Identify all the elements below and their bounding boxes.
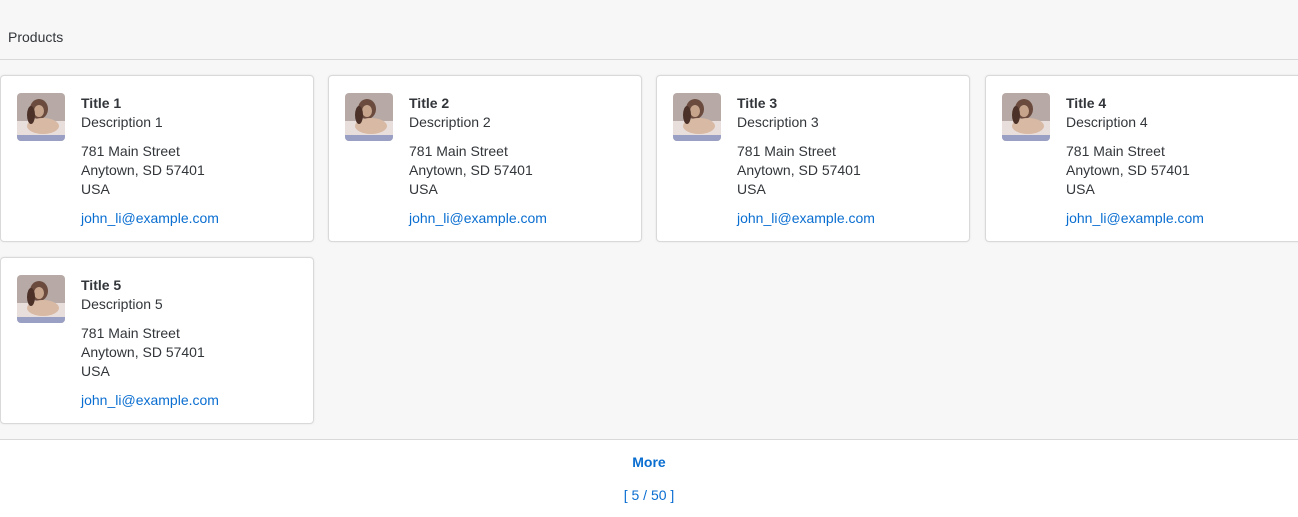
card-content: Title 4 Description 4 781 Main Street An… <box>1066 94 1292 228</box>
dog-photo-icon <box>345 93 393 141</box>
address-street: 781 Main Street <box>1066 143 1165 159</box>
email-link[interactable]: john_li@example.com <box>409 209 547 228</box>
card-address: 781 Main Street Anytown, SD 57401 USA <box>1066 142 1292 199</box>
email-link[interactable]: john_li@example.com <box>1066 209 1204 228</box>
address-country: USA <box>81 181 110 197</box>
card-content: Title 2 Description 2 781 Main Street An… <box>409 94 629 228</box>
page-header: Products <box>0 0 1298 60</box>
dog-photo-icon <box>1002 93 1050 141</box>
item-count: [ 5 / 50 ] <box>623 487 675 503</box>
card-address: 781 Main Street Anytown, SD 57401 USA <box>737 142 957 199</box>
card-address: 781 Main Street Anytown, SD 57401 USA <box>409 142 629 199</box>
address-city: Anytown, SD 57401 <box>81 162 205 178</box>
card-description: Description 4 <box>1066 114 1148 130</box>
card-title: Title 3 <box>737 95 778 111</box>
product-card: Title 2 Description 2 781 Main Street An… <box>328 75 642 242</box>
address-country: USA <box>1066 181 1095 197</box>
address-city: Anytown, SD 57401 <box>1066 162 1190 178</box>
card-content: Title 1 Description 1 781 Main Street An… <box>81 94 301 228</box>
card-address: 781 Main Street Anytown, SD 57401 USA <box>81 324 301 381</box>
card-title: Title 1 <box>81 95 122 111</box>
address-country: USA <box>409 181 438 197</box>
address-street: 781 Main Street <box>737 143 836 159</box>
address-city: Anytown, SD 57401 <box>81 344 205 360</box>
product-card: Title 5 Description 5 781 Main Street An… <box>0 257 314 424</box>
card-address: 781 Main Street Anytown, SD 57401 USA <box>81 142 301 199</box>
card-title: Title 5 <box>81 277 122 293</box>
address-city: Anytown, SD 57401 <box>737 162 861 178</box>
address-city: Anytown, SD 57401 <box>409 162 533 178</box>
dog-photo-icon <box>17 275 65 323</box>
card-description: Description 1 <box>81 114 163 130</box>
address-street: 781 Main Street <box>409 143 508 159</box>
address-street: 781 Main Street <box>81 325 180 341</box>
more-button[interactable]: More <box>0 454 1298 470</box>
email-link[interactable]: john_li@example.com <box>81 391 219 410</box>
card-description: Description 3 <box>737 114 819 130</box>
product-card: Title 4 Description 4 781 Main Street An… <box>985 75 1298 242</box>
card-content: Title 3 Description 3 781 Main Street An… <box>737 94 957 228</box>
address-country: USA <box>737 181 766 197</box>
dog-photo-icon <box>673 93 721 141</box>
dog-photo-icon <box>17 93 65 141</box>
card-title: Title 2 <box>409 95 450 111</box>
address-country: USA <box>81 363 110 379</box>
card-title: Title 4 <box>1066 95 1107 111</box>
email-link[interactable]: john_li@example.com <box>81 209 219 228</box>
page-title: Products <box>8 29 64 45</box>
card-content: Title 5 Description 5 781 Main Street An… <box>81 276 301 410</box>
product-card: Title 3 Description 3 781 Main Street An… <box>656 75 970 242</box>
address-street: 781 Main Street <box>81 143 180 159</box>
card-description: Description 5 <box>81 296 163 312</box>
card-description: Description 2 <box>409 114 491 130</box>
growing-footer: More [ 5 / 50 ] <box>0 439 1298 517</box>
product-card: Title 1 Description 1 781 Main Street An… <box>0 75 314 242</box>
email-link[interactable]: john_li@example.com <box>737 209 875 228</box>
